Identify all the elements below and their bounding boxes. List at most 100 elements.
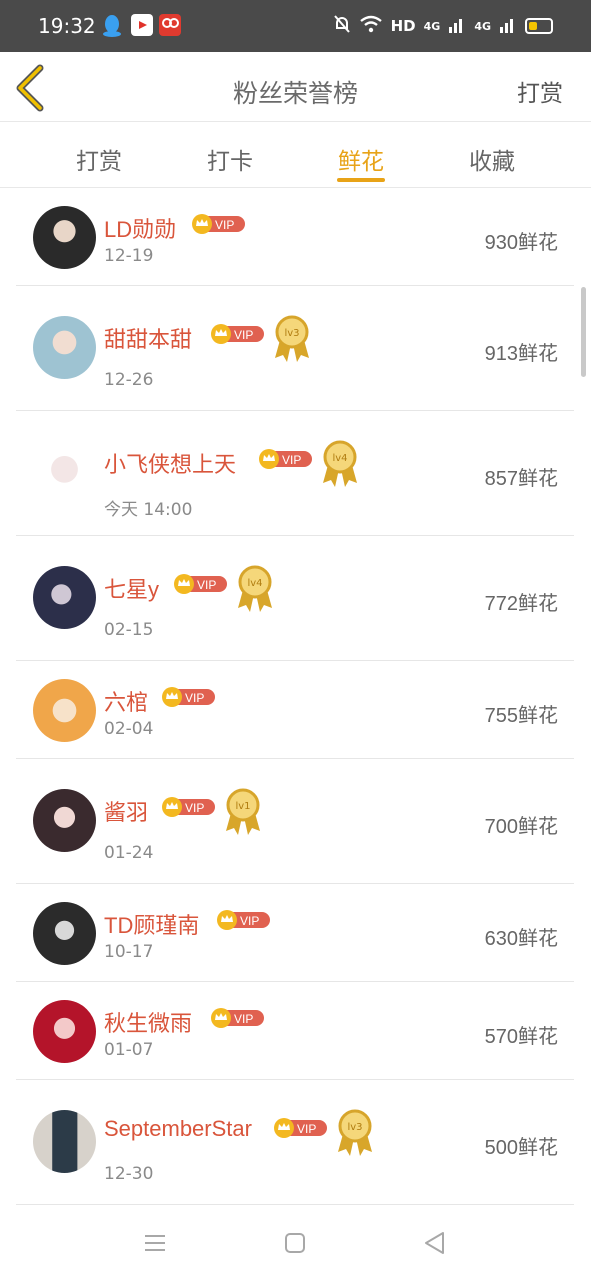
status-time: 19:32	[38, 14, 96, 38]
svg-text:lv3: lv3	[284, 328, 299, 339]
mute-bell-icon	[333, 14, 351, 39]
flower-count: 930鲜花	[484, 232, 558, 254]
fan-date: 12-26	[104, 370, 154, 390]
wifi-icon	[359, 15, 383, 38]
list-item[interactable]: 六棺 VIP 02-04 755鲜花	[16, 661, 574, 759]
svg-text:VIP: VIP	[234, 1012, 253, 1026]
tab-flowers[interactable]: 鲜花	[321, 142, 401, 176]
svg-text:VIP: VIP	[197, 578, 216, 592]
home-square-icon[interactable]	[280, 1228, 310, 1258]
fan-date: 10-17	[104, 942, 154, 962]
avatar[interactable]	[33, 441, 96, 504]
music-app-icon	[159, 14, 181, 36]
vip-badge: VIP	[210, 1007, 264, 1029]
svg-text:lv3: lv3	[347, 1122, 362, 1133]
scrollbar[interactable]	[581, 287, 586, 377]
svg-text:lv4: lv4	[332, 453, 347, 464]
avatar[interactable]	[33, 316, 96, 379]
header: 粉丝荣誉榜 打赏	[0, 52, 591, 122]
battery-level	[529, 22, 538, 30]
fan-name[interactable]: 甜甜本甜	[104, 322, 192, 354]
fan-date: 01-07	[104, 1040, 154, 1060]
battery-icon	[525, 18, 553, 34]
fan-name[interactable]: 小飞侠想上天	[104, 447, 236, 479]
fan-name[interactable]: LD勋勋	[104, 212, 176, 244]
tab-bar: 打赏 打卡 鲜花 收藏	[0, 122, 591, 188]
level-medal-icon: lv3	[272, 314, 312, 364]
list-item[interactable]: SeptemberStar VIP lv3 12-30 500鲜花	[16, 1080, 574, 1205]
avatar[interactable]	[33, 902, 96, 965]
svg-text:VIP: VIP	[215, 218, 234, 232]
vip-badge: VIP	[216, 909, 270, 931]
signal-1-label: 4G	[423, 19, 441, 33]
list-item[interactable]: LD勋勋 VIP 12-19 930鲜花	[16, 188, 574, 286]
avatar[interactable]	[33, 789, 96, 852]
tab-checkin[interactable]: 打卡	[190, 142, 270, 176]
svg-text:VIP: VIP	[185, 801, 204, 815]
fan-date: 12-30	[104, 1164, 154, 1184]
tab-reward[interactable]: 打赏	[59, 142, 139, 176]
svg-text:VIP: VIP	[234, 328, 253, 342]
level-medal-icon: lv1	[223, 787, 263, 837]
svg-text:VIP: VIP	[282, 453, 301, 467]
list-item[interactable]: TD顾瑾南 VIP 10-17 630鲜花	[16, 884, 574, 982]
fan-name[interactable]: 酱羽	[104, 795, 148, 827]
fan-list: LD勋勋 VIP 12-19 930鲜花 甜甜本甜 VIP lv3 12-26 …	[16, 188, 574, 1205]
qq-icon	[101, 14, 123, 37]
fan-date: 今天 14:00	[104, 500, 193, 520]
flower-count: 913鲜花	[484, 343, 558, 365]
list-item[interactable]: 甜甜本甜 VIP lv3 12-26 913鲜花	[16, 286, 574, 411]
status-bar: 19:32 HD 4G 4G	[0, 0, 591, 52]
list-item[interactable]: 七星y VIP lv4 02-15 772鲜花	[16, 536, 574, 661]
back-triangle-icon[interactable]	[420, 1228, 450, 1258]
vip-badge: VIP	[173, 573, 227, 595]
svg-text:VIP: VIP	[185, 691, 204, 705]
vip-badge: VIP	[258, 448, 312, 470]
menu-icon[interactable]	[140, 1228, 170, 1258]
status-icons: HD 4G 4G	[333, 14, 553, 38]
fan-name[interactable]: 六棺	[104, 685, 148, 717]
fan-date: 02-15	[104, 620, 154, 640]
avatar[interactable]	[33, 679, 96, 742]
fan-date: 12-19	[104, 246, 154, 266]
level-medal-icon: lv4	[235, 564, 275, 614]
fan-date: 02-04	[104, 719, 154, 739]
avatar[interactable]	[33, 1000, 96, 1063]
vip-badge: VIP	[161, 686, 215, 708]
list-item[interactable]: 小飞侠想上天 VIP lv4 今天 14:00 857鲜花	[16, 411, 574, 536]
fan-name[interactable]: SeptemberStar	[104, 1116, 252, 1142]
hd-label: HD	[390, 17, 416, 35]
flower-count: 700鲜花	[484, 816, 558, 838]
signal-icon	[499, 15, 517, 38]
vip-badge: VIP	[273, 1117, 327, 1139]
list-item[interactable]: 秋生微雨 VIP 01-07 570鲜花	[16, 982, 574, 1080]
active-tab-indicator	[337, 178, 385, 182]
signal-icon	[448, 15, 466, 38]
fan-name[interactable]: TD顾瑾南	[104, 908, 199, 940]
list-item[interactable]: 酱羽 VIP lv1 01-24 700鲜花	[16, 759, 574, 884]
video-app-icon	[131, 14, 153, 36]
svg-text:VIP: VIP	[240, 914, 259, 928]
fan-name[interactable]: 秋生微雨	[104, 1006, 192, 1038]
svg-text:lv1: lv1	[235, 801, 250, 812]
avatar[interactable]	[33, 206, 96, 269]
flower-count: 500鲜花	[484, 1137, 558, 1159]
vip-badge: VIP	[191, 213, 245, 235]
vip-badge: VIP	[210, 323, 264, 345]
vip-badge: VIP	[161, 796, 215, 818]
svg-text:lv4: lv4	[247, 578, 262, 589]
flower-count: 755鲜花	[484, 705, 558, 727]
reward-button[interactable]: 打赏	[517, 74, 563, 108]
avatar[interactable]	[33, 566, 96, 629]
flower-count: 857鲜花	[484, 468, 558, 490]
avatar[interactable]	[33, 1110, 96, 1173]
tab-favorites[interactable]: 收藏	[452, 142, 532, 176]
flower-count: 570鲜花	[484, 1026, 558, 1048]
fan-name[interactable]: 七星y	[104, 572, 159, 604]
level-medal-icon: lv3	[335, 1108, 375, 1158]
page-title: 粉丝荣誉榜	[232, 80, 358, 108]
flower-count: 630鲜花	[484, 928, 558, 950]
svg-text:VIP: VIP	[297, 1122, 316, 1136]
flower-count: 772鲜花	[484, 593, 558, 615]
signal-2-label: 4G	[474, 19, 491, 33]
